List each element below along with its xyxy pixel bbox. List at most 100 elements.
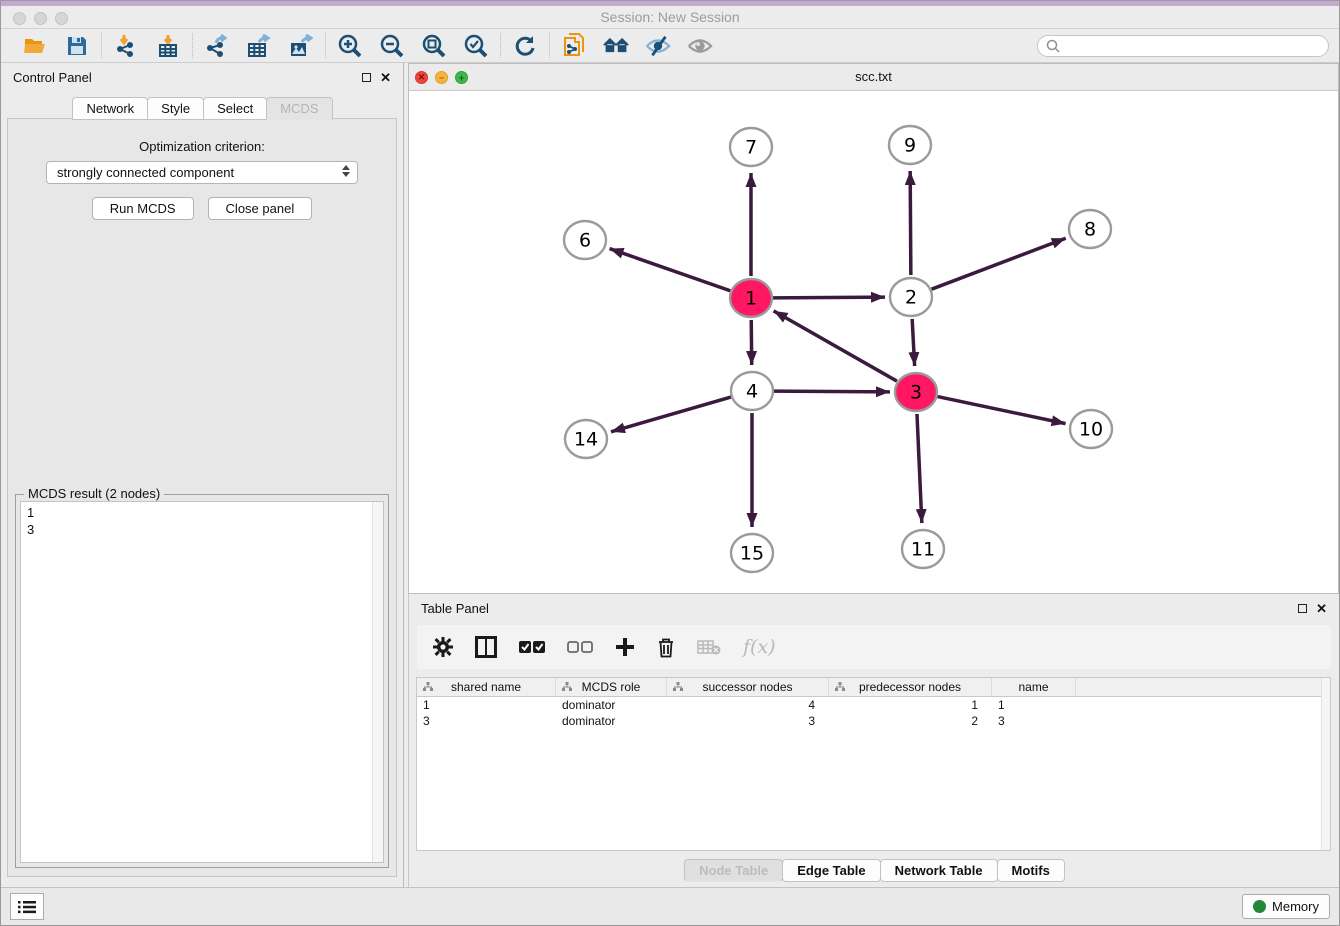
column-header-shared-name[interactable]: shared name (417, 678, 556, 696)
cell-predecessor-nodes: 1 (829, 698, 992, 712)
graph-edge-3-11[interactable] (917, 414, 922, 523)
fit-content-icon[interactable] (421, 33, 447, 59)
optimization-criterion-label: Optimization criterion: (8, 139, 396, 154)
delete-table-icon-disabled (697, 639, 721, 655)
select-all-icon[interactable] (519, 640, 545, 654)
close-panel-button[interactable]: Close panel (208, 197, 313, 220)
tab-select[interactable]: Select (203, 97, 267, 120)
criterion-value: strongly connected component (57, 165, 234, 180)
memory-button[interactable]: Memory (1242, 894, 1330, 919)
table-scrollbar[interactable] (1321, 678, 1330, 850)
mcds-result-title: MCDS result (2 nodes) (24, 486, 164, 501)
float-table-panel-icon[interactable] (1298, 604, 1307, 613)
column-header-mcds-role[interactable]: MCDS role (556, 678, 667, 696)
open-session-icon[interactable] (22, 33, 48, 59)
zoom-out-icon[interactable] (379, 33, 405, 59)
network-title: scc.txt (409, 69, 1338, 84)
search-input[interactable] (1060, 39, 1320, 53)
graph-node-label: 10 (1079, 419, 1103, 441)
close-panel-icon[interactable]: ✕ (380, 71, 391, 84)
network-graph[interactable]: 1234678910111415 (409, 91, 1339, 594)
graph-edge-4-14[interactable] (611, 397, 731, 432)
export-network-icon[interactable] (204, 33, 230, 59)
sort-icon (835, 682, 845, 692)
hide-selected-icon[interactable] (645, 33, 671, 59)
table-toolbar: f(x) (417, 625, 1331, 669)
create-column-icon[interactable] (615, 637, 635, 657)
graph-edge-3-10[interactable] (938, 397, 1066, 424)
first-neighbors-icon[interactable] (603, 33, 629, 59)
sort-icon (562, 682, 572, 692)
window-titlebar: Session: New Session (1, 1, 1339, 29)
new-network-from-selection-icon[interactable] (561, 33, 587, 59)
result-scrollbar[interactable] (372, 502, 383, 862)
task-history-button[interactable] (10, 893, 44, 920)
window-accent-strip (1, 1, 1339, 6)
tab-style[interactable]: Style (147, 97, 204, 120)
tab-mcds[interactable]: MCDS (266, 97, 332, 120)
cell-name: 1 (992, 698, 1076, 712)
export-table-icon[interactable] (246, 33, 272, 59)
graph-node-label: 9 (904, 135, 916, 157)
cell-successor-nodes: 4 (667, 698, 829, 712)
column-header-name[interactable]: name (992, 678, 1076, 696)
zoom-in-icon[interactable] (337, 33, 363, 59)
graph-edge-2-8[interactable] (932, 238, 1066, 289)
mcds-result-list[interactable]: 1 3 (20, 501, 384, 863)
column-header-predecessor-nodes[interactable]: predecessor nodes (829, 678, 992, 696)
float-panel-icon[interactable] (362, 73, 371, 82)
cell-shared-name: 1 (417, 698, 556, 712)
graph-node-label: 15 (740, 543, 764, 565)
search-icon (1046, 39, 1060, 53)
table-panel: Table Panel ✕ (408, 594, 1339, 887)
graph-node-label: 1 (745, 288, 757, 310)
graph-node-label: 11 (911, 539, 935, 561)
save-session-icon[interactable] (64, 33, 90, 59)
tab-network-table[interactable]: Network Table (880, 859, 998, 882)
column-header-successor-nodes[interactable]: successor nodes (667, 678, 829, 696)
delete-column-icon[interactable] (657, 637, 675, 658)
table-row[interactable]: 3 dominator 3 2 3 (417, 713, 1330, 729)
import-network-icon[interactable] (113, 33, 139, 59)
graph-edge-3-1[interactable] (774, 311, 897, 381)
table-settings-icon[interactable] (433, 637, 453, 657)
graph-edge-1-6[interactable] (610, 249, 731, 291)
table-header-row: shared name MCDS role successor nodes pr… (417, 678, 1330, 697)
tab-motifs[interactable]: Motifs (997, 859, 1065, 882)
graph-node-label: 6 (579, 230, 591, 252)
control-panel: Control Panel ✕ Network Style Select MCD… (1, 63, 404, 887)
status-bar: Memory (1, 887, 1339, 925)
show-all-icon[interactable] (687, 33, 713, 59)
export-image-icon[interactable] (288, 33, 314, 59)
run-mcds-button[interactable]: Run MCDS (92, 197, 194, 220)
graph-node-label: 2 (905, 287, 917, 309)
memory-status-icon (1253, 900, 1266, 913)
graph-node-label: 4 (746, 381, 758, 403)
cell-shared-name: 3 (417, 714, 556, 728)
criterion-select[interactable]: strongly connected component (46, 161, 358, 184)
graph-edge-2-9[interactable] (910, 171, 911, 275)
cell-mcds-role: dominator (556, 698, 667, 712)
select-stepper-icon (342, 165, 350, 177)
network-view-frame: ✕ − + scc.txt 1234678910111415 (408, 63, 1339, 594)
tab-node-table[interactable]: Node Table (684, 859, 783, 882)
graph-edge-1-2[interactable] (773, 297, 885, 298)
network-canvas[interactable]: 1234678910111415 (409, 91, 1338, 593)
graph-edge-2-3[interactable] (912, 319, 914, 366)
show-columns-icon[interactable] (475, 636, 497, 658)
mcds-result-box: MCDS result (2 nodes) 1 3 (15, 494, 389, 868)
mcds-result-line: 1 (27, 504, 377, 521)
graph-edge-4-3[interactable] (774, 391, 890, 392)
function-builder-icon-disabled: f(x) (743, 636, 776, 658)
table-row[interactable]: 1 dominator 4 1 1 (417, 697, 1330, 713)
graph-node-label: 3 (910, 382, 922, 404)
tab-network[interactable]: Network (72, 97, 148, 120)
close-table-panel-icon[interactable]: ✕ (1316, 602, 1327, 615)
zoom-selected-icon[interactable] (463, 33, 489, 59)
import-table-icon[interactable] (155, 33, 181, 59)
refresh-view-icon[interactable] (512, 33, 538, 59)
deselect-all-icon[interactable] (567, 640, 593, 654)
search-box (1037, 35, 1329, 57)
tab-edge-table[interactable]: Edge Table (782, 859, 880, 882)
table-panel-title: Table Panel (421, 601, 489, 616)
